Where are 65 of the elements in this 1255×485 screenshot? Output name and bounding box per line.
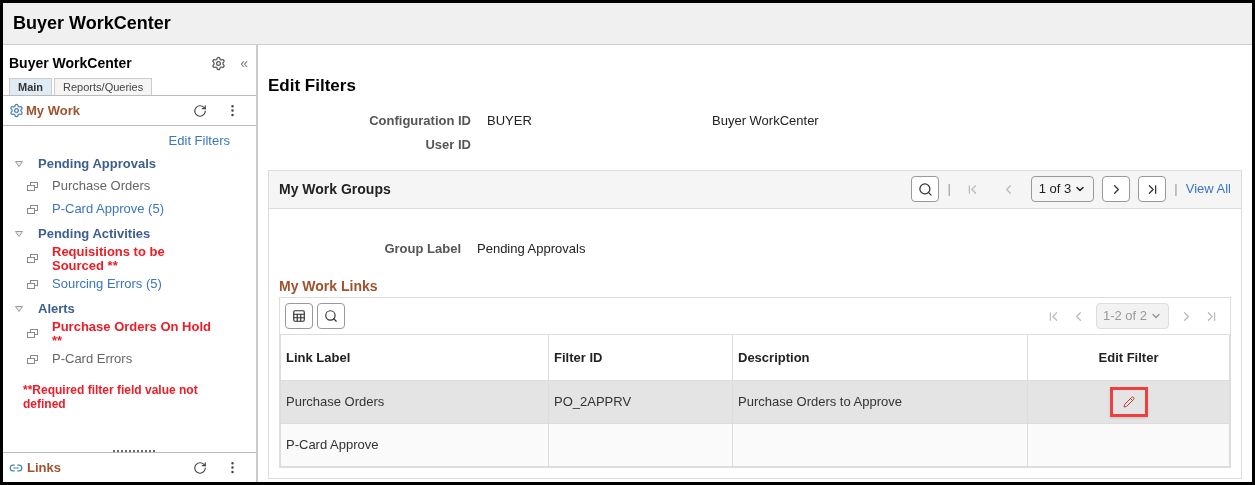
links-title: Links bbox=[27, 458, 62, 477]
grid-settings-button[interactable] bbox=[285, 303, 313, 329]
last-page-button[interactable] bbox=[1138, 176, 1167, 202]
next-button[interactable] bbox=[1102, 176, 1131, 202]
table-cell: Purchase Orders to Approve bbox=[732, 380, 1028, 424]
page-dropdown[interactable]: 1 of 3 bbox=[1030, 176, 1095, 202]
window-icon bbox=[27, 204, 38, 214]
column-header: Filter ID bbox=[548, 334, 733, 381]
field-value: Pending Approvals bbox=[477, 239, 586, 258]
field-label: User ID bbox=[424, 136, 471, 155]
column-header: Link Label bbox=[280, 334, 549, 381]
search-button[interactable] bbox=[911, 176, 940, 202]
my-work-title: My Work bbox=[26, 101, 81, 120]
work-item-link[interactable]: P-Card Errors bbox=[52, 352, 217, 366]
group-heading[interactable]: Pending Activities bbox=[38, 223, 151, 244]
window-icon bbox=[27, 279, 38, 289]
settings-icon[interactable] bbox=[211, 56, 227, 71]
field-description: Buyer WorkCenter bbox=[712, 112, 819, 131]
required-note: **Required filter field value not defined bbox=[22, 382, 199, 411]
section-title: My Work Links bbox=[279, 277, 379, 296]
sidebar-tab[interactable]: Main bbox=[9, 78, 53, 95]
separator: | bbox=[947, 180, 951, 199]
refresh-icon[interactable] bbox=[193, 460, 207, 475]
triangle-icon bbox=[15, 160, 23, 167]
table-row[interactable]: P-Card Approve bbox=[280, 423, 1230, 467]
column-header: Description bbox=[732, 334, 1028, 381]
search-button[interactable] bbox=[317, 303, 345, 329]
window-icon bbox=[27, 329, 38, 338]
field-label: Group Label bbox=[383, 239, 461, 258]
collapse-button[interactable]: « bbox=[240, 53, 248, 74]
grid-icon bbox=[292, 309, 306, 323]
window-icon bbox=[27, 181, 38, 191]
table-cell: PO_2APPRV bbox=[548, 380, 733, 424]
column-header: Edit Filter bbox=[1027, 334, 1230, 381]
resize-handle[interactable] bbox=[113, 450, 155, 452]
refresh-icon[interactable] bbox=[193, 103, 207, 118]
view-all-link[interactable]: View All bbox=[1185, 179, 1231, 199]
gears-icon bbox=[9, 103, 24, 118]
group-heading[interactable]: Alerts bbox=[38, 298, 75, 319]
search-icon bbox=[324, 309, 338, 323]
panel-title: My Work Groups bbox=[279, 179, 392, 199]
field-label: Configuration ID bbox=[368, 112, 471, 131]
work-item-link[interactable]: Purchase Orders On Hold ** bbox=[52, 319, 217, 348]
window-icon bbox=[27, 354, 38, 364]
search-icon bbox=[917, 181, 933, 197]
separator: | bbox=[1174, 180, 1178, 199]
page-heading: Edit Filters bbox=[268, 75, 357, 97]
work-item-link[interactable]: Purchase Orders bbox=[52, 179, 217, 193]
window-icon bbox=[27, 254, 38, 263]
page-title: Buyer WorkCenter bbox=[13, 12, 171, 35]
table-cell: P-Card Approve bbox=[280, 423, 549, 467]
pencil-icon bbox=[1122, 396, 1135, 408]
edit-filters-link[interactable]: Edit Filters bbox=[168, 131, 230, 151]
sidebar-title: Buyer WorkCenter bbox=[9, 54, 133, 73]
triangle-icon bbox=[15, 230, 23, 237]
sidebar-tab[interactable]: Reports/Queries bbox=[54, 78, 153, 95]
triangle-icon bbox=[15, 305, 23, 312]
work-item-link[interactable]: P-Card Approve (5) bbox=[52, 202, 217, 216]
edit-button[interactable] bbox=[1109, 387, 1148, 417]
work-item-link[interactable]: Requisitions to be Sourced ** bbox=[52, 244, 217, 273]
field-value: BUYER bbox=[487, 112, 533, 131]
work-item-link[interactable]: Sourcing Errors (5) bbox=[52, 277, 217, 291]
table-cell: Purchase Orders bbox=[280, 380, 549, 424]
table-row[interactable]: Purchase Orders PO_2APPRV Purchase Orders to Approve bbox=[280, 380, 1230, 424]
group-heading[interactable]: Pending Approvals bbox=[38, 153, 156, 174]
